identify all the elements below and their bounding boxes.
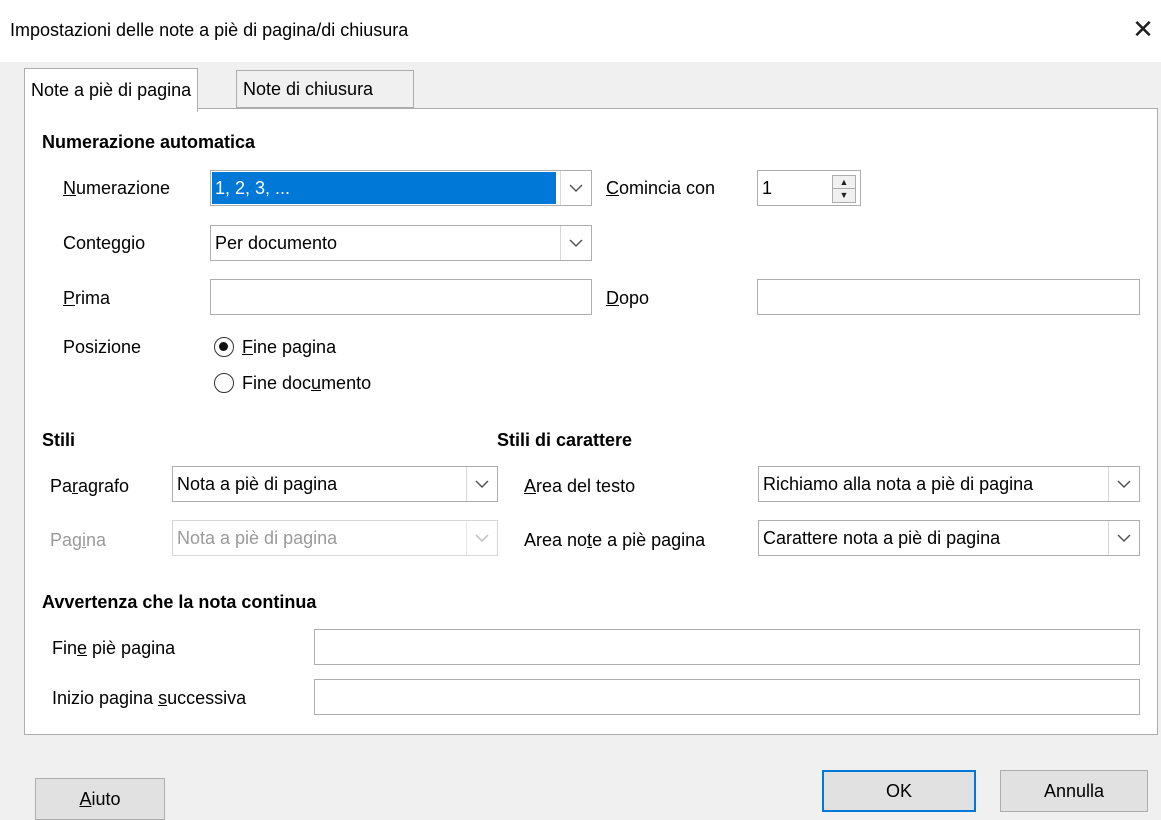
after-input[interactable] (757, 279, 1140, 315)
paragraph-style-value: Nota a piè di pagina (177, 474, 338, 494)
chevron-down-icon[interactable] (560, 226, 591, 260)
radio-end-of-page[interactable] (214, 337, 234, 357)
title-bar: Impostazioni delle note a piè di pagina/… (0, 0, 1161, 62)
chevron-down-icon[interactable] (1108, 467, 1139, 501)
continuation-heading: Avvertenza che la nota continua (42, 592, 317, 612)
footnote-end-input[interactable] (314, 629, 1140, 665)
radio-end-of-document[interactable] (214, 373, 234, 393)
after-label: Dopo (606, 288, 650, 308)
paragraph-style-combo[interactable]: Nota a piè di pagina (172, 466, 498, 502)
radio-dot (219, 342, 228, 351)
tab-endnotes[interactable]: Note di chiusura (236, 70, 414, 108)
numbering-value: 1, 2, 3, ... (215, 178, 291, 198)
close-icon[interactable]: ✕ (1130, 16, 1156, 42)
cancel-button[interactable]: Annulla (1000, 770, 1148, 812)
auto-numbering-heading: Numerazione automatica (42, 132, 256, 152)
window-title: Impostazioni delle note a piè di pagina/… (10, 20, 409, 40)
page-label: Pagina (50, 530, 107, 550)
start-with-stepper[interactable]: 1 ▲ ▼ (757, 170, 861, 206)
before-label: Prima (63, 288, 111, 308)
chevron-down-icon[interactable] (1108, 521, 1139, 555)
position-label: Posizione (63, 337, 142, 357)
before-input[interactable] (210, 279, 592, 315)
ok-button[interactable]: OK (822, 770, 976, 812)
spin-down-button[interactable]: ▼ (833, 189, 855, 201)
count-combo[interactable]: Per documento (210, 225, 592, 261)
footnote-end-label: Fine piè pagina (52, 638, 176, 658)
chevron-down-icon[interactable] (560, 171, 591, 205)
page-style-combo: Nota a piè di pagina (172, 520, 498, 556)
start-with-label: Comincia con (606, 178, 716, 198)
footnote-area-style-value: Carattere nota a piè di pagina (763, 528, 1001, 548)
next-page-start-label: Inizio pagina successiva (52, 688, 247, 708)
count-value: Per documento (215, 233, 338, 253)
styles-heading: Stili (42, 430, 76, 450)
count-label: Conteggio (63, 233, 146, 253)
help-button[interactable]: Aiuto (35, 778, 165, 820)
spin-up-button[interactable]: ▲ (833, 176, 855, 189)
chevron-down-icon (466, 521, 497, 555)
footnote-area-style-combo[interactable]: Carattere nota a piè di pagina (758, 520, 1140, 556)
next-page-start-input[interactable] (314, 679, 1140, 715)
paragraph-label: Paragrafo (50, 476, 130, 496)
numbering-label: Numerazione (63, 178, 171, 198)
char-styles-heading: Stili di carattere (497, 430, 633, 450)
footnote-area-label: Area note a piè pagina (524, 530, 706, 550)
numbering-combo[interactable]: 1, 2, 3, ... (210, 170, 592, 206)
page-style-value: Nota a piè di pagina (177, 528, 338, 548)
chevron-down-icon[interactable] (466, 467, 497, 501)
tab-footnotes[interactable]: Note a piè di pagina (24, 68, 199, 112)
text-area-style-value: Richiamo alla nota a piè di pagina (763, 474, 1034, 494)
text-area-label: Area del testo (524, 476, 636, 496)
end-of-page-label[interactable]: Fine pagina (242, 337, 336, 358)
end-of-document-label[interactable]: Fine documento (242, 373, 371, 394)
spin-arrows-icon[interactable]: ▲ ▼ (832, 175, 856, 203)
text-area-style-combo[interactable]: Richiamo alla nota a piè di pagina (758, 466, 1140, 502)
start-with-value: 1 (762, 178, 773, 198)
